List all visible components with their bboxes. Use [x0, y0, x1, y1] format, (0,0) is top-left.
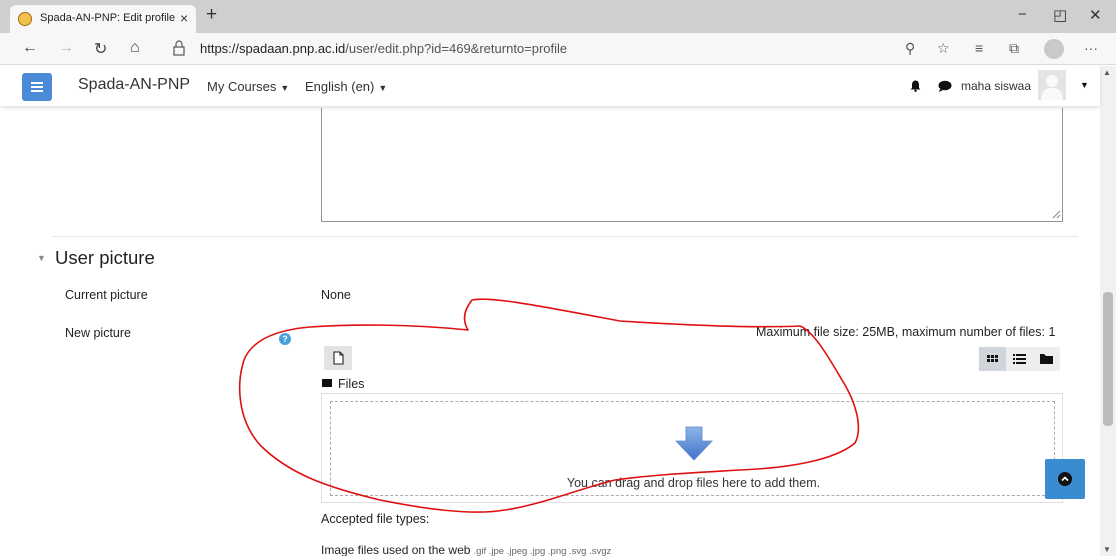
- refresh-icon[interactable]: ↻: [94, 39, 107, 59]
- home-icon[interactable]: ⌂: [130, 39, 140, 57]
- window-close-icon[interactable]: ✕: [1089, 6, 1102, 24]
- help-icon[interactable]: ?: [279, 333, 291, 345]
- notification-bell-icon[interactable]: [910, 80, 921, 92]
- browser-window: Spada-AN-PNP: Edit profile × + − ◰ ✕ ← →…: [0, 0, 1116, 556]
- restore-icon[interactable]: ◰: [1053, 6, 1067, 24]
- new-tab-icon[interactable]: +: [206, 4, 217, 26]
- favorites-list-icon[interactable]: ≡: [975, 40, 983, 56]
- scrollbar-thumb[interactable]: [1103, 292, 1113, 426]
- favorite-star-icon[interactable]: ☆: [937, 40, 950, 57]
- description-textarea[interactable]: [321, 108, 1063, 222]
- caret-down-icon: ▼: [378, 83, 388, 93]
- more-menu-icon[interactable]: ···: [1084, 40, 1098, 56]
- language-label: English (en): [305, 79, 375, 94]
- current-picture-label: Current picture: [65, 288, 148, 302]
- resize-handle-icon[interactable]: [1052, 210, 1061, 219]
- new-picture-label: New picture: [65, 326, 131, 340]
- scroll-up-icon[interactable]: ▲: [1103, 68, 1111, 77]
- user-menu-caret-icon[interactable]: ▼: [1080, 80, 1089, 90]
- zoom-icon[interactable]: ⚲: [905, 40, 915, 57]
- site-favicon-icon: [18, 12, 32, 26]
- browser-tab-edit-profile[interactable]: Spada-AN-PNP: Edit profile ×: [10, 5, 196, 33]
- scroll-down-icon[interactable]: ▼: [1103, 545, 1111, 554]
- site-navbar: Spada-AN-PNP My Courses ▼ English (en) ▼ m…: [0, 66, 1100, 106]
- tab-title: Spada-AN-PNP: Edit profile: [40, 12, 176, 24]
- image-types-extensions: .gif .jpe .jpeg .jpg .png .svg .svgz: [473, 546, 612, 556]
- forward-arrow-icon[interactable]: →: [58, 39, 74, 57]
- current-picture-value: None: [321, 288, 351, 302]
- back-to-top-button[interactable]: [1045, 459, 1085, 499]
- tab-close-icon[interactable]: ×: [180, 10, 188, 26]
- browser-profile-icon[interactable]: [1044, 39, 1064, 59]
- accepted-file-types-label: Accepted file types:: [321, 512, 430, 526]
- folder-icon: [322, 379, 332, 387]
- back-to-top-icon: [1058, 472, 1072, 486]
- hamburger-line: [31, 90, 43, 92]
- back-arrow-icon[interactable]: ←: [22, 39, 38, 57]
- image-file-types: Image files used on the web .gif .jpe .jp…: [321, 543, 611, 556]
- collections-icon[interactable]: ⧉: [1009, 40, 1019, 57]
- language-menu[interactable]: English (en) ▼: [305, 79, 387, 94]
- user-name[interactable]: maha siswaa: [961, 79, 1031, 93]
- list-icon: [1013, 354, 1026, 364]
- url-path: /user/edit.php?id=469&returnto=profile: [345, 41, 568, 56]
- add-file-button[interactable]: [324, 346, 352, 370]
- user-avatar[interactable]: [1038, 70, 1066, 100]
- drop-zone-text: You can drag and drop files here to add …: [566, 476, 821, 490]
- lock-icon: [173, 40, 185, 56]
- site-brand[interactable]: Spada-AN-PNP: [78, 76, 190, 94]
- list-view-button[interactable]: [1006, 347, 1033, 371]
- section-collapse-icon[interactable]: ▼: [37, 253, 46, 263]
- hamburger-line: [31, 82, 43, 84]
- download-arrow-icon: [675, 426, 713, 461]
- url-domain: https://spadaan.pnp.ac.id: [200, 41, 346, 56]
- folder-icon: [1040, 354, 1053, 364]
- my-courses-menu[interactable]: My Courses ▼: [207, 79, 289, 94]
- tree-view-button[interactable]: [1033, 347, 1060, 371]
- grid-icon: [987, 355, 998, 362]
- section-title-user-picture[interactable]: User picture: [55, 247, 155, 269]
- url-field[interactable]: https://spadaan.pnp.ac.id/user/edit.php?…: [200, 41, 567, 56]
- my-courses-label: My Courses: [207, 79, 277, 94]
- avatar-silhouette-icon: [1041, 75, 1063, 100]
- image-types-label: Image files used on the web: [321, 543, 471, 556]
- address-bar: ← → ↻ ⌂ https://spadaan.pnp.ac.id/user/e…: [0, 33, 1116, 65]
- max-file-info: Maximum file size: 25MB, maximum number …: [756, 325, 1056, 339]
- minimize-icon[interactable]: −: [1018, 6, 1027, 23]
- section-divider: [52, 236, 1078, 237]
- view-mode-toggle: [979, 347, 1061, 371]
- caret-down-icon: ▼: [280, 83, 290, 93]
- menu-toggle-button[interactable]: [22, 73, 52, 101]
- icon-view-button[interactable]: [979, 347, 1006, 371]
- files-path-label[interactable]: Files: [338, 377, 364, 391]
- file-icon: [333, 351, 344, 365]
- hamburger-line: [31, 86, 43, 88]
- chevron-up-icon: [1061, 476, 1069, 482]
- tab-bar: Spada-AN-PNP: Edit profile × + − ◰ ✕: [0, 0, 1116, 33]
- messages-icon[interactable]: [938, 80, 952, 92]
